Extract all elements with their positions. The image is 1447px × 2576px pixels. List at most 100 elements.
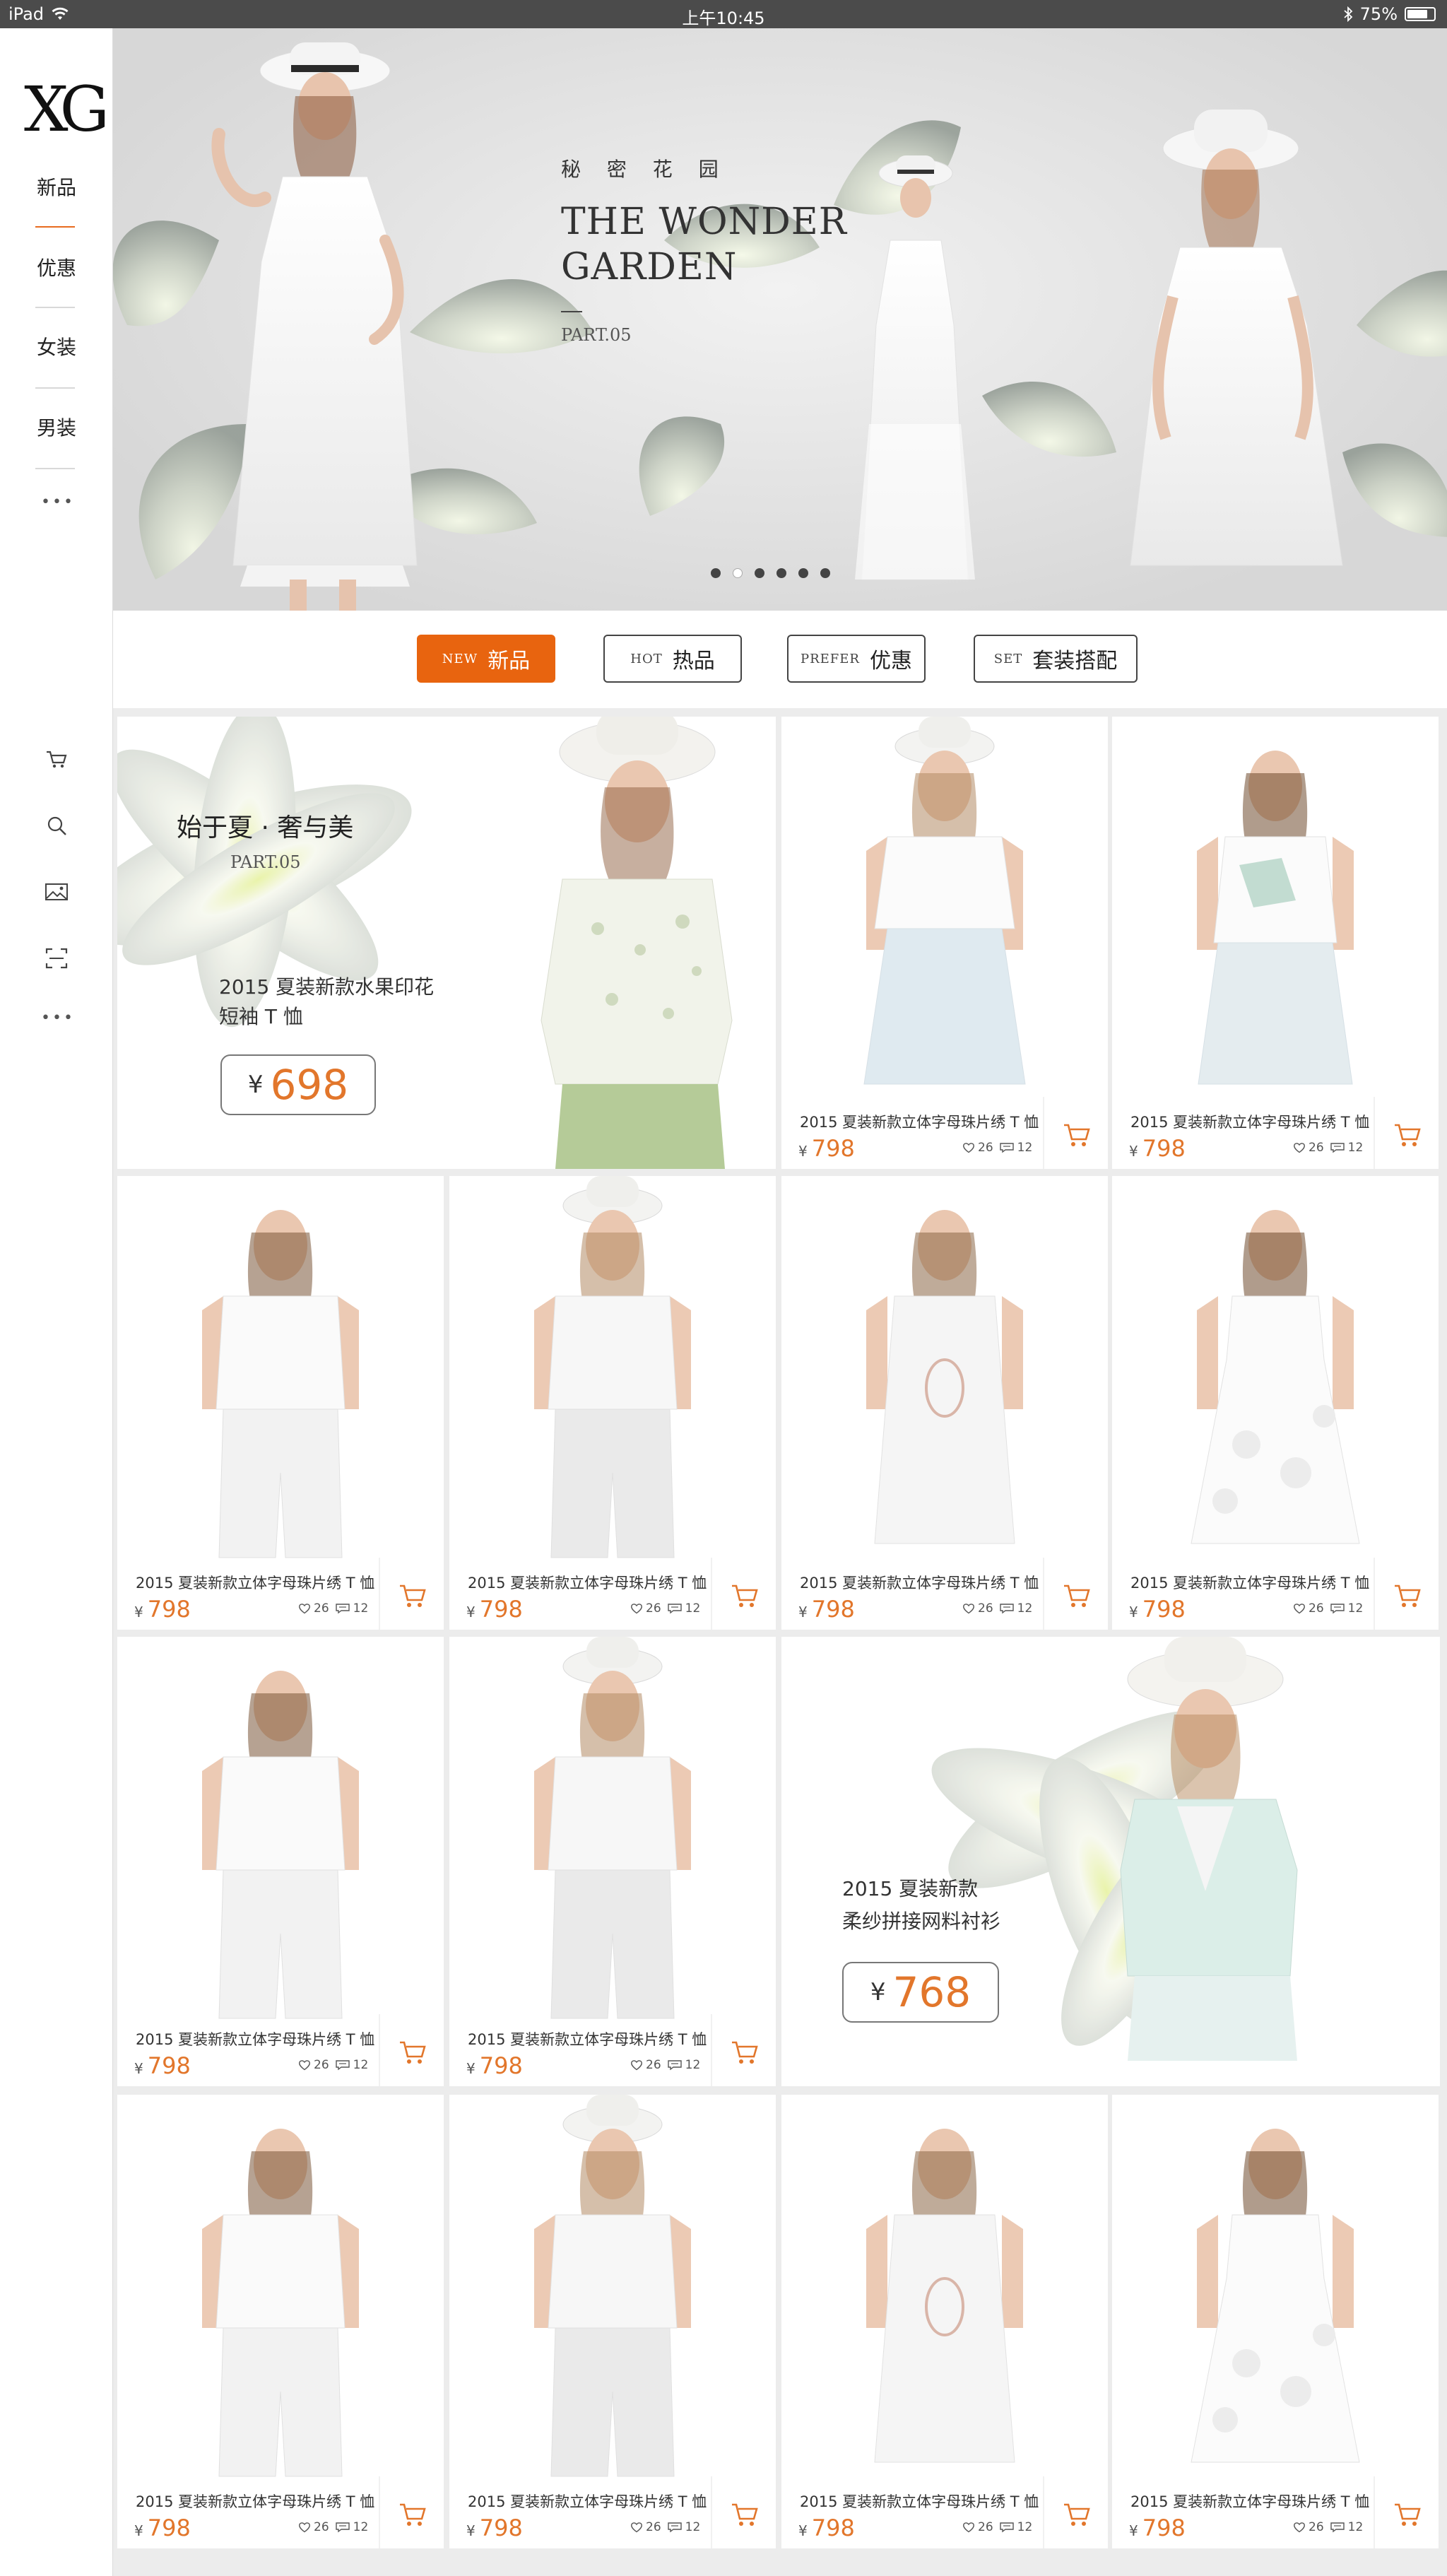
comment-icon[interactable]	[335, 2059, 350, 2071]
comment-icon[interactable]	[335, 1603, 350, 1614]
cart-divider	[1043, 1097, 1044, 1169]
product-price: ¥798	[466, 2515, 523, 2541]
product-card[interactable]: 2015 夏装新款立体字母珠片绣 T 恤 ¥798 26 12	[117, 1176, 444, 1630]
add-to-cart-icon[interactable]	[1061, 1582, 1092, 1610]
comment-icon[interactable]	[667, 2522, 683, 2533]
brand-logo[interactable]: XG	[24, 71, 110, 148]
product-card[interactable]: 2015 夏装新款立体字母珠片绣 T 恤 ¥798 26 12	[1112, 1176, 1439, 1630]
add-to-cart-icon[interactable]	[397, 1582, 428, 1610]
product-info: 2015 夏装新款立体字母珠片绣 T 恤 ¥798 26 12	[781, 1097, 1108, 1169]
sidebar-item-new[interactable]: 新品	[0, 172, 113, 201]
comment-icon[interactable]	[999, 1603, 1015, 1614]
add-to-cart-icon[interactable]	[1392, 1121, 1423, 1149]
sidebar-item-women[interactable]: 女装	[0, 332, 113, 360]
comment-icon[interactable]	[667, 1603, 683, 1614]
product-name: 2015 夏装新款立体字母珠片绣 T 恤	[136, 1575, 375, 1592]
add-to-cart-icon[interactable]	[397, 2500, 428, 2529]
comment-count: 12	[1347, 1601, 1364, 1616]
scan-icon[interactable]	[41, 943, 72, 974]
carousel-dot[interactable]	[711, 568, 721, 578]
heart-icon[interactable]	[962, 1142, 975, 1153]
heart-icon[interactable]	[1293, 2522, 1306, 2533]
product-card[interactable]: 2015 夏装新款立体字母珠片绣 T 恤 ¥798 26 12	[781, 717, 1108, 1169]
heart-icon[interactable]	[630, 1603, 643, 1614]
carousel-dot[interactable]	[820, 568, 830, 578]
cart-icon[interactable]	[41, 743, 72, 775]
banner-caption: 秘 密 花 园 THE WONDER GARDEN PART.05	[561, 154, 847, 345]
heart-icon[interactable]	[630, 2522, 643, 2533]
product-price: ¥798	[134, 1596, 191, 1623]
promo-price-box: ¥698	[220, 1054, 376, 1115]
product-info: 2015 夏装新款立体字母珠片绣 T 恤 ¥798 26 12	[117, 2014, 444, 2086]
banner-title-line2: GARDEN	[561, 246, 738, 288]
product-card[interactable]: 2015 夏装新款立体字母珠片绣 T 恤 ¥798 26 12	[117, 1637, 444, 2086]
product-card[interactable]: 2015 夏装新款立体字母珠片绣 T 恤 ¥798 26 12	[117, 2095, 444, 2548]
product-name: 2015 夏装新款立体字母珠片绣 T 恤	[468, 2031, 707, 2048]
product-name: 2015 夏装新款立体字母珠片绣 T 恤	[800, 2493, 1039, 2510]
comment-icon[interactable]	[1330, 1142, 1345, 1153]
comment-icon[interactable]	[1330, 1603, 1345, 1614]
promo-card-2[interactable]: 2015 夏装新款 柔纱拼接网料衬衫 ¥768	[781, 1637, 1440, 2086]
carousel-dot[interactable]	[733, 568, 743, 578]
search-icon[interactable]	[41, 810, 72, 841]
product-price-value: 798	[811, 2515, 855, 2541]
add-to-cart-icon[interactable]	[729, 1582, 760, 1610]
add-to-cart-icon[interactable]	[729, 2038, 760, 2066]
comment-icon[interactable]	[335, 2522, 350, 2533]
heart-icon[interactable]	[962, 1603, 975, 1614]
heart-icon[interactable]	[298, 2522, 311, 2533]
comment-count: 12	[353, 2520, 369, 2534]
tools-more-icon[interactable]: •••	[41, 1009, 73, 1027]
currency-symbol: ¥	[134, 2522, 143, 2539]
product-price: ¥798	[134, 2052, 191, 2079]
heart-icon[interactable]	[630, 2059, 643, 2071]
product-card[interactable]: 2015 夏装新款立体字母珠片绣 T 恤 ¥798 26 12	[781, 2095, 1108, 2548]
heart-icon[interactable]	[1293, 1603, 1306, 1614]
tab-en-label: HOT	[630, 651, 663, 666]
comment-icon[interactable]	[667, 2059, 683, 2071]
tab-set[interactable]: SET 套装搭配	[974, 635, 1138, 683]
cart-divider	[379, 1558, 380, 1630]
tab-prefer[interactable]: PREFER 优惠	[787, 635, 926, 683]
product-card[interactable]: 2015 夏装新款立体字母珠片绣 T 恤 ¥798 26 12	[1112, 2095, 1439, 2548]
product-card[interactable]: 2015 夏装新款立体字母珠片绣 T 恤 ¥798 26 12	[449, 1637, 776, 2086]
add-to-cart-icon[interactable]	[1392, 2500, 1423, 2529]
product-card[interactable]: 2015 夏装新款立体字母珠片绣 T 恤 ¥798 26 12	[449, 2095, 776, 2548]
carousel-pager[interactable]	[711, 568, 830, 578]
add-to-cart-icon[interactable]	[1061, 1121, 1092, 1149]
heart-icon[interactable]	[1293, 1142, 1306, 1153]
carousel-dot[interactable]	[798, 568, 808, 578]
image-icon[interactable]	[41, 876, 72, 907]
sidebar-item-men[interactable]: 男装	[0, 413, 113, 441]
add-to-cart-icon[interactable]	[397, 2038, 428, 2066]
heart-icon[interactable]	[298, 2059, 311, 2071]
comment-icon[interactable]	[999, 1142, 1015, 1153]
carousel-dot[interactable]	[755, 568, 764, 578]
tab-new[interactable]: NEW 新品	[417, 635, 555, 683]
comment-icon[interactable]	[1330, 2522, 1345, 2533]
comment-icon[interactable]	[999, 2522, 1015, 2533]
product-card[interactable]: 2015 夏装新款立体字母珠片绣 T 恤 ¥798 26 12	[1112, 717, 1439, 1169]
add-to-cart-icon[interactable]	[729, 2500, 760, 2529]
product-price-value: 798	[479, 2052, 523, 2079]
heart-icon[interactable]	[962, 2522, 975, 2533]
currency-symbol: ¥	[134, 2060, 143, 2077]
product-card[interactable]: 2015 夏装新款立体字母珠片绣 T 恤 ¥798 26 12	[449, 1176, 776, 1630]
currency-symbol: ¥	[1129, 1143, 1138, 1160]
carousel-dot[interactable]	[776, 568, 786, 578]
product-price: ¥798	[798, 1596, 855, 1623]
heart-icon[interactable]	[298, 1603, 311, 1614]
tab-hot[interactable]: HOT 热品	[603, 635, 742, 683]
currency-symbol: ¥	[798, 1604, 808, 1621]
more-menu-icon[interactable]: •••	[41, 493, 73, 511]
product-stats: 26 12	[1293, 1141, 1363, 1155]
like-count: 26	[978, 1601, 993, 1616]
add-to-cart-icon[interactable]	[1392, 1582, 1423, 1610]
sidebar-item-discount[interactable]: 优惠	[0, 253, 113, 281]
add-to-cart-icon[interactable]	[1061, 2500, 1092, 2529]
product-stats: 26 12	[1293, 1601, 1363, 1616]
like-count: 26	[978, 1141, 993, 1155]
product-card[interactable]: 2015 夏装新款立体字母珠片绣 T 恤 ¥798 26 12	[781, 1176, 1108, 1630]
hero-banner[interactable]: 秘 密 花 园 THE WONDER GARDEN PART.05	[113, 28, 1447, 611]
promo-card-1[interactable]: 始于夏 · 奢与美 PART.05 2015 夏装新款水果印花 短袖 T 恤 ¥…	[117, 717, 776, 1169]
